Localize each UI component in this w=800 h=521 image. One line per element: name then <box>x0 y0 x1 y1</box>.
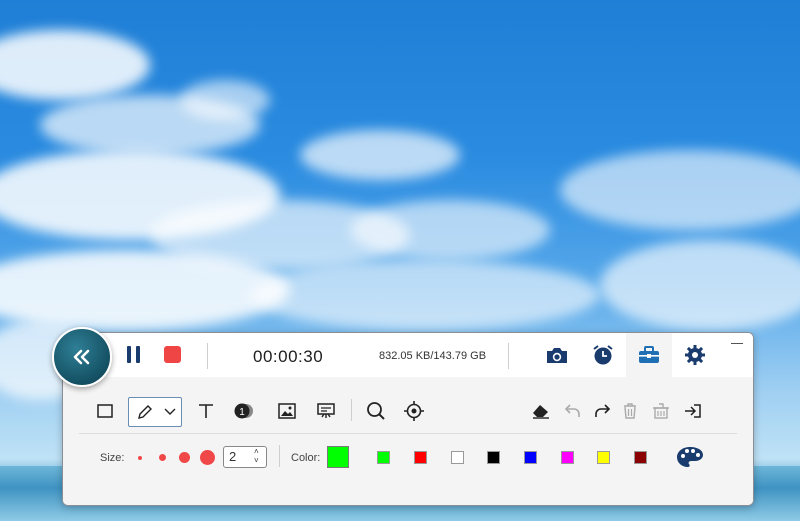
row-divider <box>79 433 737 434</box>
settings-button[interactable] <box>673 333 717 377</box>
color-label: Color: <box>291 452 321 464</box>
numbered-badge-icon: 1 <box>234 403 253 419</box>
eraser-tool[interactable] <box>530 402 552 420</box>
color-swatch[interactable] <box>487 451 500 464</box>
color-swatch[interactable] <box>597 451 610 464</box>
undo-button[interactable] <box>563 402 583 420</box>
recording-toolbar-panel: 00:00:30 832.05 KB/143.79 GB 1 Size: 2 ˄… <box>62 332 754 506</box>
text-tool[interactable] <box>196 402 216 420</box>
spotlight-tool[interactable] <box>403 401 425 421</box>
stepper-up-icon[interactable]: ˄ <box>254 448 262 456</box>
size-option-3[interactable] <box>179 452 190 463</box>
screenshot-button[interactable] <box>535 333 579 377</box>
color-swatch[interactable] <box>414 451 427 464</box>
selected-color-swatch[interactable] <box>327 446 349 468</box>
pause-button[interactable] <box>125 346 143 364</box>
collapse-button[interactable] <box>52 327 112 387</box>
svg-text:1: 1 <box>239 407 245 418</box>
storage-usage: 832.05 KB/143.79 GB <box>379 350 487 362</box>
stepper-down-icon[interactable]: ˅ <box>254 457 262 465</box>
redo-icon <box>595 404 611 417</box>
gear-icon <box>685 345 705 365</box>
stop-button[interactable] <box>164 346 181 363</box>
color-swatch[interactable] <box>377 451 390 464</box>
image-icon <box>278 403 296 419</box>
divider <box>351 399 352 421</box>
double-chevron-left-icon <box>73 349 90 365</box>
toolbox-tab[interactable] <box>626 333 672 377</box>
step-number-tool[interactable]: 1 <box>233 401 255 421</box>
image-tool[interactable] <box>277 402 297 420</box>
color-swatch[interactable] <box>561 451 574 464</box>
recording-controls-row: 00:00:30 832.05 KB/143.79 GB <box>63 333 753 377</box>
size-option-4[interactable] <box>200 450 215 465</box>
whiteboard-tool[interactable] <box>316 401 336 421</box>
schedule-button[interactable] <box>581 333 625 377</box>
color-swatch[interactable] <box>634 451 647 464</box>
trash-icon <box>624 403 636 419</box>
delete-button[interactable] <box>620 402 640 420</box>
whiteboard-icon <box>317 403 335 418</box>
recording-timer: 00:00:30 <box>253 347 324 366</box>
magnifier-tool[interactable] <box>365 401 387 421</box>
size-option-1[interactable] <box>138 456 142 460</box>
undo-icon <box>564 404 580 417</box>
color-palette-button[interactable] <box>675 445 705 469</box>
divider <box>207 343 208 369</box>
color-swatch[interactable] <box>451 451 464 464</box>
camera-icon <box>547 348 567 363</box>
divider <box>508 343 509 369</box>
pen-tool[interactable] <box>128 397 182 427</box>
magnifier-icon <box>367 402 385 420</box>
crosshair-icon <box>404 401 424 421</box>
clear-all-button[interactable] <box>651 402 671 420</box>
redo-button[interactable] <box>592 402 612 420</box>
minimize-button[interactable] <box>729 335 745 345</box>
size-option-2[interactable] <box>159 454 166 461</box>
rectangle-icon <box>97 404 113 418</box>
toolbox-icon <box>639 346 659 363</box>
clear-all-icon <box>653 403 669 419</box>
eraser-icon <box>533 405 549 419</box>
size-stepper[interactable]: 2 ˄ ˅ <box>223 446 267 468</box>
pen-icon <box>138 405 152 419</box>
size-label: Size: <box>100 452 125 464</box>
annotation-tools: 1 Size: 2 ˄ ˅ Color: <box>63 377 753 505</box>
alarm-clock-icon <box>593 345 613 365</box>
exit-annotation-button[interactable] <box>682 402 704 420</box>
text-icon <box>199 404 213 418</box>
chevron-down-icon[interactable] <box>164 408 176 416</box>
color-swatch[interactable] <box>524 451 537 464</box>
exit-icon <box>685 404 701 418</box>
size-value[interactable]: 2 <box>229 449 236 464</box>
rectangle-tool[interactable] <box>96 403 114 419</box>
divider <box>279 445 280 467</box>
palette-icon <box>677 447 703 467</box>
